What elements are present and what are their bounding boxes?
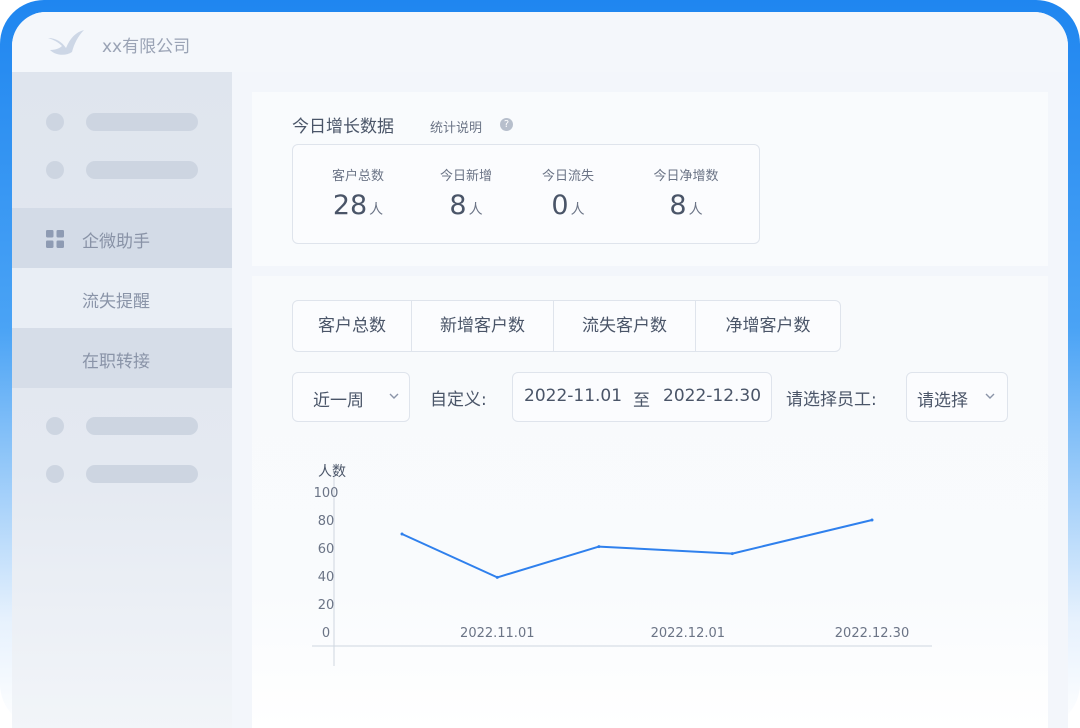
stat-label: 客户总数 — [331, 169, 384, 184]
title-bar: xx有限公司 — [12, 12, 1068, 72]
sidebar: 企微助手 流失提醒 在职转接 — [12, 72, 232, 728]
employee-select-label: 请选择员工: — [786, 390, 877, 410]
stat-unit: 人 — [468, 202, 483, 218]
date-range-separator: 至 — [633, 391, 650, 411]
tab-new-customers[interactable]: 新增客户数 — [412, 301, 554, 351]
stat-unit: 人 — [369, 202, 384, 218]
metric-tabs: 客户总数 新增客户数 流失客户数 净增客户数 — [292, 300, 841, 352]
stat-value: 8 — [669, 190, 687, 221]
app-window: xx有限公司 企微助手 流失提醒 在职转接 今日增长数据 统计说明 ? 客户总数… — [12, 12, 1068, 728]
x-tick-label: 2022.12.30 — [835, 626, 909, 641]
stat-label: 今日流失 — [541, 169, 594, 184]
employee-select-value: 请选择 — [917, 391, 968, 411]
stat-value: 0 — [551, 190, 569, 221]
stat-value: 28 — [332, 190, 368, 221]
stats-note-link[interactable]: 统计说明 — [430, 117, 482, 136]
chevron-down-icon — [389, 393, 399, 399]
data-point — [495, 575, 499, 579]
company-name: xx有限公司 — [102, 37, 191, 57]
stat-total-customers: 客户总数 28 人 — [303, 165, 413, 221]
y-tick-label: 20 — [318, 598, 335, 613]
tab-net-customers[interactable]: 净增客户数 — [696, 301, 840, 351]
date-start: 2022-11.01 — [524, 386, 623, 406]
sidebar-item-employee-transfer[interactable]: 在职转接 — [12, 328, 232, 388]
sidebar-placeholder-item — [46, 464, 216, 484]
grid-icon — [46, 230, 64, 248]
bird-logo-icon — [48, 30, 84, 55]
x-tick-label: 2022.12.01 — [651, 626, 725, 641]
trend-line-chart: 人数 0 20 40 60 80 100 2022.11.01 2022.12.01 2022.1… — [312, 464, 932, 666]
sidebar-placeholder-item — [46, 112, 216, 132]
today-growth-panel: 今日增长数据 统计说明 ? 客户总数 28 人 今日新增 8人 今日流失 0人 今… — [252, 92, 1048, 266]
y-tick-label: 80 — [318, 514, 335, 529]
stat-label: 今日新增 — [439, 169, 492, 184]
tab-total-customers[interactable]: 客户总数 — [293, 301, 412, 351]
stat-lost-today: 今日流失 0人 — [513, 165, 623, 221]
tab-lost-customers[interactable]: 流失客户数 — [554, 301, 696, 351]
stat-net-today: 今日净增数 8人 — [631, 165, 741, 221]
stats-card: 客户总数 28 人 今日新增 8人 今日流失 0人 今日净增数 8人 — [292, 144, 760, 244]
y-tick-label: 40 — [318, 570, 335, 585]
sidebar-item-label: 在职转接 — [82, 352, 150, 372]
data-point — [597, 545, 601, 549]
sidebar-group-label: 企微助手 — [82, 232, 150, 252]
y-tick-label: 100 — [314, 486, 339, 501]
x-tick-label: 2022.11.01 — [460, 626, 534, 641]
employee-select[interactable]: 请选择 — [906, 372, 1008, 422]
stat-label: 今日净增数 — [653, 169, 719, 184]
date-end: 2022-12.30 — [663, 386, 762, 406]
trend-panel: 客户总数 新增客户数 流失客户数 净增客户数 近一周 自定义: 2022-11.… — [252, 276, 1048, 728]
help-icon[interactable]: ? — [500, 118, 513, 131]
sidebar-item-label: 流失提醒 — [82, 292, 150, 312]
sidebar-placeholder-item — [46, 160, 216, 180]
series-line — [401, 519, 873, 579]
stat-unit: 人 — [688, 202, 703, 218]
stat-new-today: 今日新增 8人 — [411, 165, 521, 221]
sidebar-placeholder-item — [46, 416, 216, 436]
data-point — [400, 532, 404, 536]
y-tick-label: 0 — [322, 626, 330, 641]
y-tick-label: 60 — [318, 542, 335, 557]
sidebar-item-churn-reminder[interactable]: 流失提醒 — [12, 268, 232, 328]
y-axis-label: 人数 — [318, 464, 346, 480]
stat-value: 8 — [449, 190, 467, 221]
date-range-picker[interactable]: 2022-11.01 至 2022-12.30 — [512, 372, 772, 422]
period-select-value: 近一周 — [313, 391, 364, 411]
chevron-down-icon — [985, 393, 995, 399]
sidebar-group-qiwei-assistant[interactable]: 企微助手 — [12, 208, 232, 268]
data-point — [870, 518, 874, 522]
custom-range-label: 自定义: — [430, 390, 487, 410]
stat-unit: 人 — [570, 202, 585, 218]
period-select[interactable]: 近一周 — [292, 372, 410, 422]
data-point — [730, 552, 734, 556]
section-title: 今日增长数据 — [292, 117, 394, 137]
